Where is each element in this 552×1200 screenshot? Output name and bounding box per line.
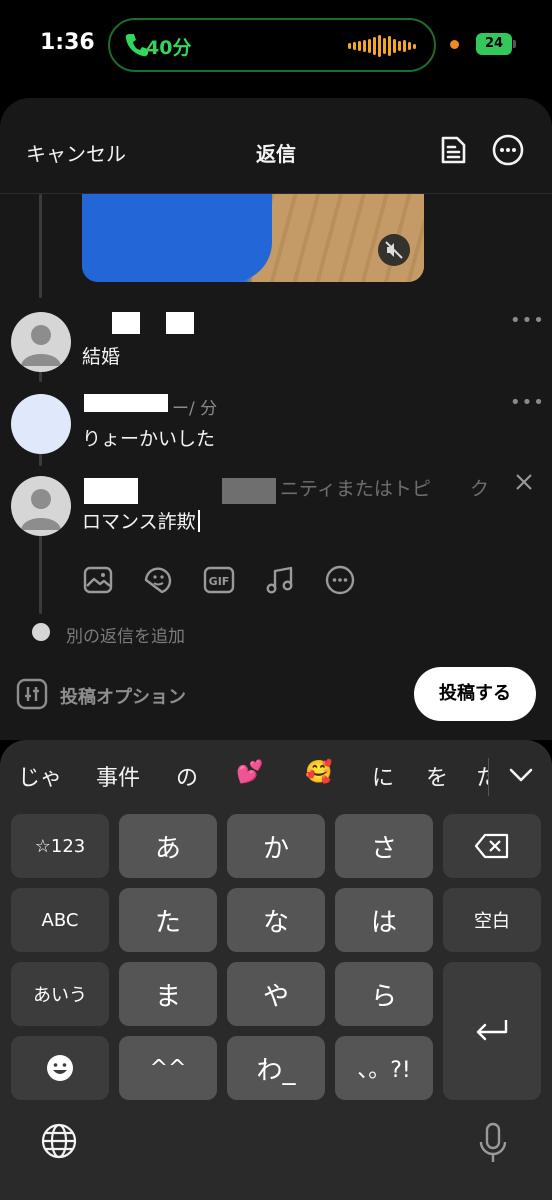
topic-placeholder-tail: ク [470, 478, 490, 500]
return-icon [476, 1020, 508, 1041]
avatar[interactable] [11, 394, 71, 454]
key-symbols[interactable]: ☆123 [11, 814, 109, 878]
username-redacted [84, 478, 138, 504]
suggestion[interactable]: 🥰 [305, 760, 332, 785]
reply-input[interactable]: ロマンス詐欺 [82, 507, 200, 534]
key-abc[interactable]: ABC [11, 888, 109, 952]
drafts-icon[interactable] [436, 133, 470, 167]
post-text: 結婚 [82, 346, 121, 368]
add-another-reply[interactable]: 別の返信を追加 [66, 622, 185, 647]
more-icon[interactable] [491, 133, 525, 167]
close-icon[interactable] [514, 472, 534, 492]
post-more-menu[interactable]: ••• [510, 310, 545, 331]
my-avatar [11, 476, 71, 536]
video-subject-area [82, 194, 272, 282]
default-avatar-icon [21, 489, 61, 530]
username-redacted[interactable] [84, 394, 168, 412]
japanese-keyboard: じゃ 事件 の 💕 🥰 に を た ☆123 あ か さ ABC た な は 空… [0, 740, 552, 1200]
post-options-label[interactable]: 投稿オプション [60, 683, 186, 709]
phone-icon [125, 34, 148, 57]
key-sa[interactable]: さ [335, 814, 433, 878]
default-avatar-icon [21, 325, 61, 366]
reply-input-text: ロマンス詐欺 [82, 511, 196, 533]
topic-selector-redacted[interactable] [222, 478, 276, 504]
key-hiragana[interactable]: あいう [11, 962, 109, 1026]
suggestion[interactable]: の [176, 760, 198, 792]
key-a[interactable]: あ [119, 814, 217, 878]
battery-tip [513, 40, 516, 48]
suggestion[interactable]: 事件 [96, 760, 140, 792]
muted-speaker-icon[interactable] [378, 234, 410, 266]
suggestion-divider [488, 758, 489, 796]
backspace-icon [474, 833, 509, 859]
post-options-icon[interactable] [16, 678, 48, 710]
key-ra[interactable]: ら [335, 962, 433, 1026]
emoji-key[interactable] [11, 1036, 109, 1100]
key-kaomoji[interactable]: ^^ [119, 1036, 217, 1100]
sticker-icon[interactable] [142, 564, 174, 596]
status-time: 1:36 [40, 30, 95, 55]
music-icon[interactable] [264, 564, 296, 596]
backspace-key[interactable] [443, 814, 541, 878]
post-text: りょーかいした [82, 428, 216, 450]
return-key[interactable] [443, 962, 541, 1100]
post-time: ー/ 分 [172, 399, 218, 419]
dynamic-island-call[interactable]: 40分 [108, 18, 436, 72]
globe-icon[interactable] [40, 1122, 78, 1160]
emoji-icon [47, 1055, 73, 1081]
username-redacted[interactable] [166, 312, 194, 334]
key-ya[interactable]: や [227, 962, 325, 1026]
suggestion[interactable]: を [426, 760, 448, 792]
text-cursor [197, 510, 200, 532]
key-na[interactable]: な [227, 888, 325, 952]
gif-icon[interactable]: GIF [203, 564, 235, 596]
gif-label: GIF [209, 575, 230, 588]
thread-line [39, 194, 42, 298]
microphone-icon[interactable] [478, 1122, 508, 1164]
chevron-down-icon[interactable] [508, 766, 534, 784]
key-ha[interactable]: は [335, 888, 433, 952]
suggestion[interactable]: た [476, 760, 488, 792]
key-wa[interactable]: わ_ [227, 1036, 325, 1100]
suggestion[interactable]: に [372, 760, 394, 792]
key-ka[interactable]: か [227, 814, 325, 878]
suggestion-bar: じゃ 事件 の 💕 🥰 に を た [0, 740, 552, 810]
status-bar: 1:36 40分 24 [0, 0, 552, 92]
key-ta[interactable]: た [119, 888, 217, 952]
add-reply-avatar [32, 623, 50, 641]
video-thumbnail[interactable] [82, 194, 424, 282]
call-duration: 40分 [146, 37, 192, 59]
space-key[interactable]: 空白 [443, 888, 541, 952]
battery-charging-icon: 24 [476, 33, 512, 55]
orange-privacy-dot [450, 40, 459, 49]
reply-sheet: キャンセル 返信 ••• 結婚 ー/ 分 ••• りょーかいした ニティまたはト… [0, 98, 552, 740]
topic-placeholder[interactable]: ニティまたはトピ [280, 474, 431, 501]
audio-wave-icon [348, 34, 416, 58]
image-icon[interactable] [82, 564, 114, 596]
post-more-menu[interactable]: ••• [510, 392, 545, 413]
username-redacted[interactable] [112, 312, 140, 334]
more-circle-icon[interactable] [324, 564, 356, 596]
suggestion[interactable]: 💕 [236, 760, 263, 785]
post-button[interactable]: 投稿する [414, 667, 536, 721]
thread-line [39, 528, 42, 614]
sheet-header: キャンセル 返信 [0, 98, 552, 194]
avatar[interactable] [11, 312, 71, 372]
key-ma[interactable]: ま [119, 962, 217, 1026]
suggestion[interactable]: じゃ [18, 760, 62, 792]
key-punctuation[interactable]: 、。?! [335, 1036, 433, 1100]
